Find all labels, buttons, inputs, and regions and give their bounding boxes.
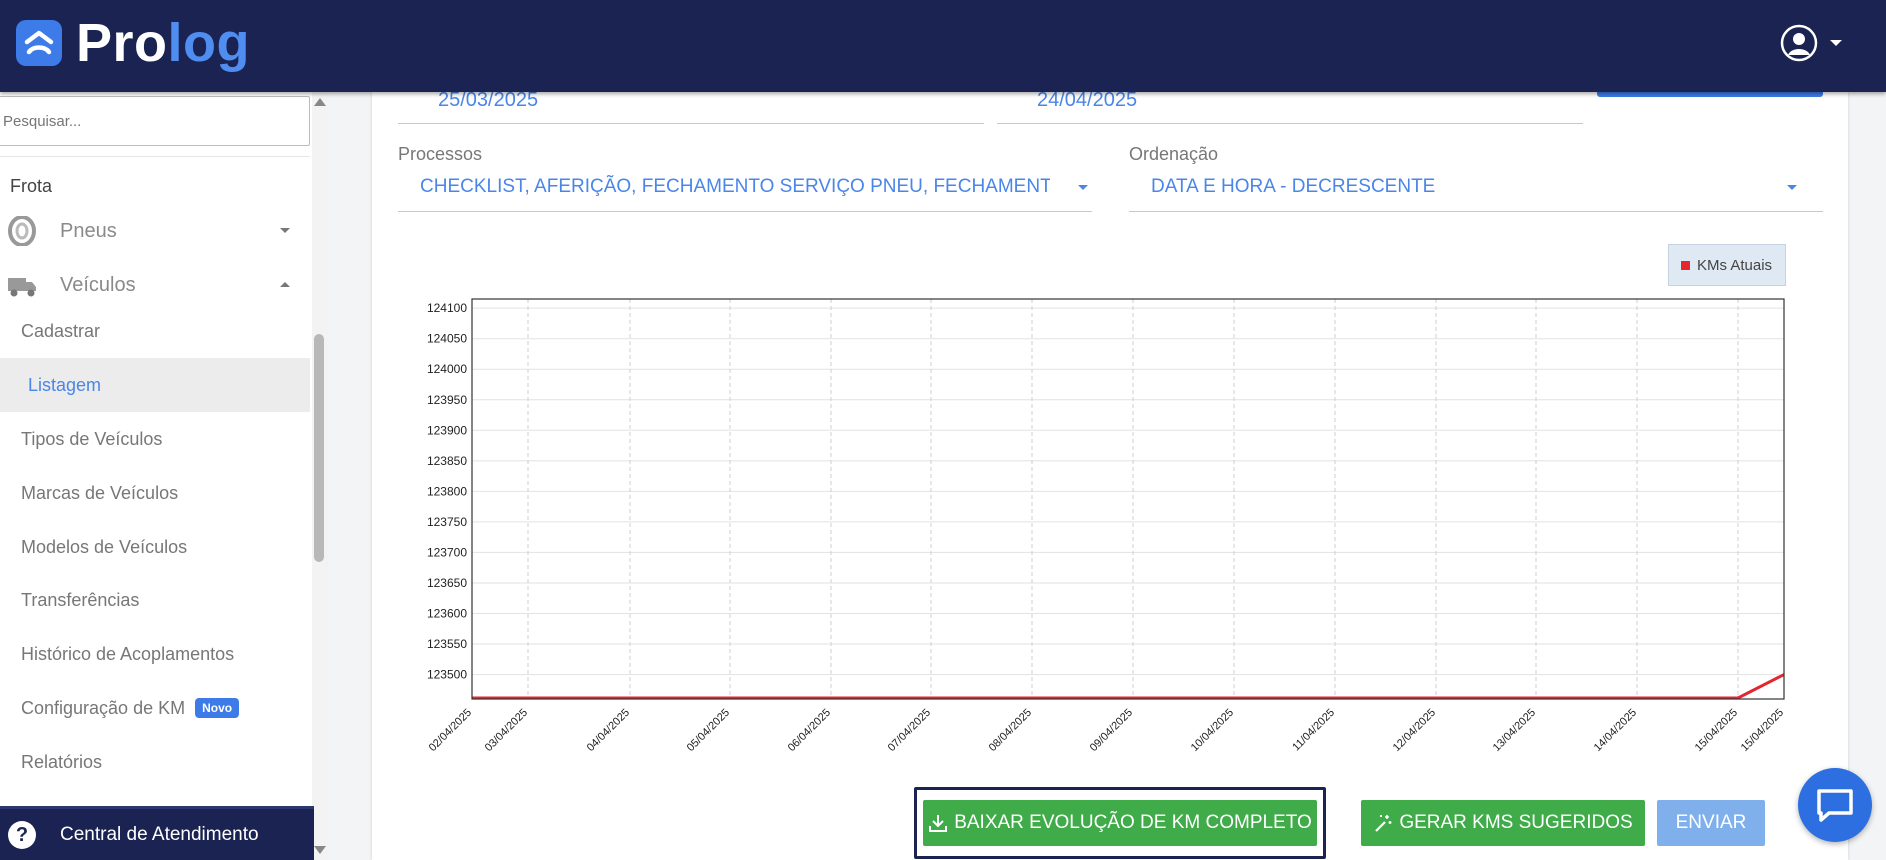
- y-tick-label: 123700: [427, 545, 467, 559]
- chevron-down-icon: [1830, 40, 1842, 46]
- chart-x-ticks: 02/04/2025 03/04/2025 04/04/2025 05/04/2025…: [427, 707, 1786, 754]
- sidebar: Frota Pneus Veículos Cadastrar Listagem …: [0, 92, 328, 860]
- x-tick-label: 05/04/2025: [685, 707, 732, 754]
- x-tick-label: 04/04/2025: [585, 707, 632, 754]
- sidebar-item-label: Tipos de Veículos: [21, 429, 163, 449]
- x-tick-label: 08/04/2025: [987, 707, 1034, 754]
- sidebar-item-label: Marcas de Veículos: [21, 483, 179, 503]
- scroll-down-icon[interactable]: [314, 846, 326, 854]
- sidebar-item-listagem[interactable]: Listagem: [0, 358, 310, 412]
- chart-plot-border: [471, 298, 1785, 700]
- user-circle-icon: [1780, 24, 1818, 62]
- chevron-down-icon: [280, 228, 290, 233]
- x-tick-label: 06/04/2025: [786, 707, 833, 754]
- sidebar-item-label: Cadastrar: [21, 321, 101, 341]
- x-tick-label: 09/04/2025: [1088, 707, 1135, 754]
- y-tick-label: 123750: [427, 515, 467, 529]
- y-tick-label: 123800: [427, 484, 467, 498]
- download-km-label: BAIXAR EVOLUÇÃO DE KM COMPLETO: [954, 812, 1312, 833]
- chart-series: [472, 673, 1785, 700]
- sidebar-item-label: Histórico de Acoplamentos: [21, 644, 235, 664]
- x-tick-label: 13/04/2025: [1491, 707, 1538, 754]
- sidebar-item-label: Modelos de Veículos: [21, 537, 188, 557]
- sidebar-item-transferencias[interactable]: Transferências: [0, 573, 310, 627]
- y-tick-label: 124050: [427, 332, 467, 346]
- y-tick-label: 123850: [427, 454, 467, 468]
- sidebar-item-configuracao-km[interactable]: Configuração de KM Novo: [0, 681, 310, 735]
- user-menu[interactable]: [1780, 24, 1842, 62]
- magic-wand-icon: [1373, 813, 1393, 833]
- x-tick-label: 15/04/2025: [1739, 707, 1786, 754]
- sidebar-item-cadastrar[interactable]: Cadastrar: [0, 304, 310, 358]
- chevron-up-icon: [280, 282, 290, 287]
- sidebar-group-label: Veículos: [60, 274, 136, 296]
- send-button[interactable]: ENVIAR: [1657, 800, 1765, 846]
- x-tick-label: 10/04/2025: [1189, 707, 1236, 754]
- x-tick-label: 11/04/2025: [1290, 707, 1337, 754]
- chat-widget-button[interactable]: [1798, 768, 1872, 842]
- send-label: ENVIAR: [1675, 812, 1747, 833]
- y-tick-label: 123600: [427, 607, 467, 621]
- sidebar-item-tipos-veiculos[interactable]: Tipos de Veículos: [0, 412, 310, 466]
- truck-icon: [6, 270, 38, 305]
- help-center-button[interactable]: ? Central de Atendimento: [0, 806, 314, 860]
- chat-icon: [1817, 789, 1853, 822]
- series-line-kms-atuais: [472, 673, 1785, 700]
- sidebar-group-veiculos[interactable]: Veículos: [0, 262, 310, 306]
- km-chart: 124100 124050 124000 123950 123900 123850 1238…: [427, 298, 1786, 754]
- sidebar-item-marcas-veiculos[interactable]: Marcas de Veículos: [0, 466, 310, 520]
- generate-km-label: GERAR KMS SUGERIDOS: [1399, 812, 1633, 833]
- tire-icon: [6, 215, 38, 251]
- sidebar-item-label: Configuração de KM: [21, 698, 186, 718]
- logo-mark-icon: [16, 20, 62, 66]
- top-navbar: Prolog: [0, 0, 1886, 92]
- sidebar-item-label: Listagem: [28, 375, 102, 395]
- sidebar-item-label: Transferências: [21, 590, 140, 610]
- new-badge: Novo: [195, 698, 240, 718]
- x-tick-label: 02/04/2025: [427, 707, 474, 754]
- y-tick-label: 124000: [427, 362, 467, 376]
- y-tick-label: 123900: [427, 423, 467, 437]
- y-tick-label: 123500: [427, 668, 467, 682]
- sidebar-item-historico-acoplamentos[interactable]: Histórico de Acoplamentos: [0, 627, 310, 681]
- chart-y-ticks: 124100 124050 124000 123950 123900 123850 1238…: [427, 301, 467, 681]
- y-tick-label: 124100: [427, 301, 467, 315]
- download-icon: [928, 813, 948, 833]
- x-tick-label: 03/04/2025: [483, 707, 530, 754]
- sidebar-group-pneus[interactable]: Pneus: [0, 208, 310, 252]
- chart-grid: [472, 299, 1784, 699]
- sidebar-group-label: Pneus: [60, 220, 117, 242]
- sidebar-item-relatorios[interactable]: Relatórios: [0, 735, 310, 789]
- scroll-up-icon[interactable]: [314, 98, 326, 106]
- x-tick-label: 15/04/2025: [1693, 707, 1740, 754]
- sidebar-scrollbar-thumb[interactable]: [314, 334, 324, 562]
- y-tick-label: 123950: [427, 393, 467, 407]
- sidebar-item-label: Relatórios: [21, 752, 103, 772]
- x-tick-label: 12/04/2025: [1391, 707, 1438, 754]
- sidebar-divider: [0, 156, 310, 157]
- sidebar-section-title: Frota: [10, 176, 53, 196]
- sidebar-item-modelos-veiculos[interactable]: Modelos de Veículos: [0, 520, 310, 574]
- prolog-logo[interactable]: Prolog: [16, 16, 250, 70]
- logo-text: Prolog: [76, 13, 251, 73]
- y-tick-label: 123650: [427, 576, 467, 590]
- help-icon: ?: [8, 820, 36, 849]
- help-center-label: Central de Atendimento: [60, 823, 259, 845]
- sidebar-search-input[interactable]: [0, 96, 310, 146]
- main-card: 25/03/2025 24/04/2025 Processos CHECKLIS…: [372, 90, 1848, 860]
- y-tick-label: 123550: [427, 637, 467, 651]
- x-tick-label: 07/04/2025: [886, 707, 933, 754]
- generate-km-button[interactable]: GERAR KMS SUGERIDOS: [1361, 800, 1645, 846]
- x-tick-label: 14/04/2025: [1592, 707, 1639, 754]
- download-km-button[interactable]: BAIXAR EVOLUÇÃO DE KM COMPLETO: [923, 800, 1317, 846]
